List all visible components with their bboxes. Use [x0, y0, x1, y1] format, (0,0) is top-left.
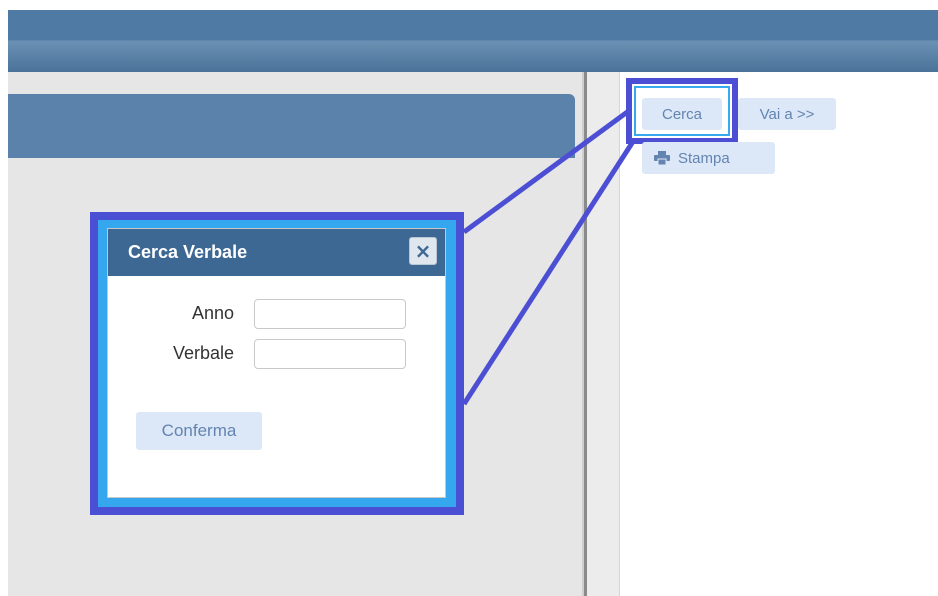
- anno-label: Anno: [191, 303, 234, 323]
- cerca-verbale-dialog: Cerca Verbale × Anno Verbale Conferma: [107, 228, 446, 498]
- close-icon: ×: [414, 239, 432, 263]
- conferma-button[interactable]: Conferma: [136, 412, 262, 450]
- dialog-title: Cerca Verbale: [108, 229, 445, 276]
- anno-input[interactable]: [254, 299, 406, 329]
- verbale-label: Verbale: [172, 343, 234, 363]
- verbale-input[interactable]: [254, 339, 406, 369]
- close-button[interactable]: ×: [409, 237, 437, 265]
- dialog-title-text: Cerca Verbale: [128, 242, 248, 262]
